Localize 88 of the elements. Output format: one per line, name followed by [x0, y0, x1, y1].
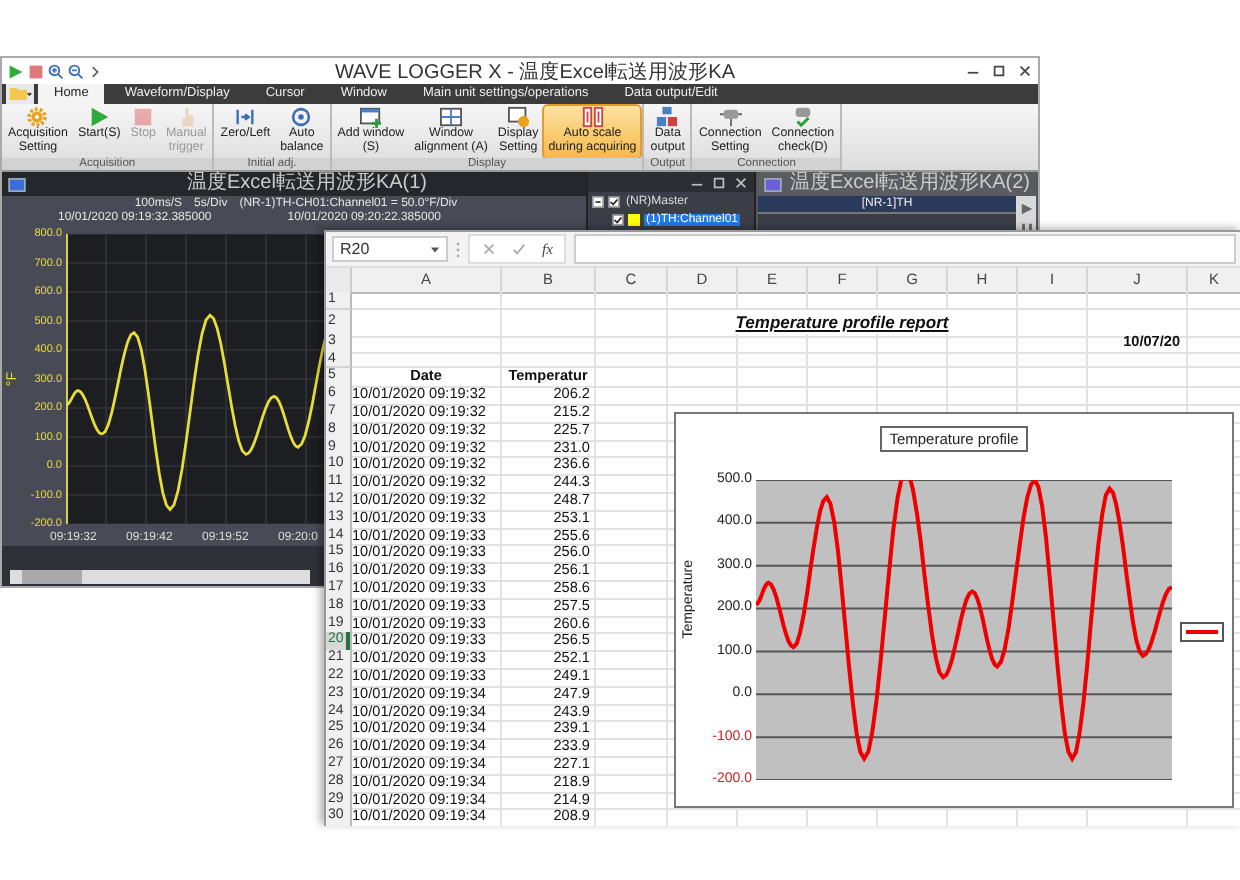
empty-cell [502, 292, 596, 310]
empty-cell [596, 509, 668, 530]
empty-cell [596, 703, 668, 723]
checkbox[interactable] [608, 195, 620, 207]
empty-cell [596, 615, 668, 635]
empty-cell [1018, 333, 1088, 354]
zero-adjust-icon [234, 106, 257, 128]
stop-icon [132, 106, 155, 128]
collapse-icon[interactable] [592, 195, 604, 207]
balance-icon [290, 106, 313, 128]
caret-icon [430, 245, 440, 253]
empty-cell [596, 632, 668, 653]
empty-cell [808, 368, 878, 389]
checkbox[interactable] [612, 213, 624, 225]
empty-cell [668, 368, 738, 389]
empty-cell [596, 791, 668, 811]
window-title: 温度Excel転送用波形KA(2) [789, 172, 1030, 196]
empty-cell [596, 650, 668, 670]
empty-cell [878, 292, 948, 310]
scrollbar[interactable] [10, 570, 310, 584]
empty-cell [948, 368, 1018, 389]
empty-cell [1018, 292, 1088, 310]
empty-cell [948, 351, 1018, 369]
empty-cell [1018, 351, 1088, 369]
zoom-in-icon[interactable] [48, 63, 64, 79]
empty-cell [596, 368, 668, 389]
play-icon[interactable] [1019, 202, 1033, 216]
zoom-out-icon[interactable] [68, 63, 84, 79]
empty-cell [1018, 386, 1088, 406]
empty-cell [808, 292, 878, 310]
add-window-icon [359, 106, 382, 128]
empty-cell [738, 292, 808, 310]
empty-cell [596, 738, 668, 758]
empty-cell [502, 309, 596, 338]
empty-cell [596, 474, 668, 494]
empty-cell [596, 439, 668, 459]
empty-cell [668, 351, 738, 369]
window-title: 温度Excel転送用波形KA(1) [184, 172, 429, 196]
empty-cell [596, 685, 668, 706]
empty-cell [738, 351, 808, 369]
window-grid-icon [440, 106, 463, 128]
empty-cell [596, 579, 668, 600]
play-icon[interactable] [8, 63, 24, 79]
empty-cell [1088, 351, 1188, 369]
empty-cell [596, 527, 668, 547]
empty-cell [596, 351, 668, 369]
empty-cell [596, 491, 668, 512]
auto-scale-icon [581, 106, 604, 128]
empty-cell [596, 755, 668, 776]
empty-cell [948, 386, 1018, 406]
data-output-icon [656, 106, 679, 128]
name-box[interactable]: R20 [332, 236, 448, 262]
gear-icon [26, 106, 49, 128]
maximize-icon[interactable] [992, 64, 1006, 78]
window-icon [763, 177, 782, 191]
empty-cell [1088, 292, 1188, 310]
empty-cell [668, 292, 738, 310]
window-gear-icon [507, 106, 530, 128]
close-icon[interactable] [1018, 64, 1032, 78]
empty-cell [808, 351, 878, 369]
empty-cell [596, 597, 668, 618]
empty-cell [502, 333, 596, 354]
close-icon[interactable] [733, 175, 748, 189]
empty-cell [596, 773, 668, 794]
empty-cell [596, 292, 668, 310]
report-title: Temperature profile report [735, 311, 949, 332]
window-icon [8, 177, 26, 191]
window-title: WAVE LOGGER X - 温度Excel転送用波形KA [332, 59, 738, 85]
stop-icon[interactable] [28, 63, 44, 79]
caret-icon[interactable] [88, 63, 104, 79]
empty-cell [596, 456, 668, 477]
maximize-icon[interactable] [711, 175, 726, 189]
empty-cell [502, 351, 596, 369]
empty-cell [878, 351, 948, 369]
empty-cell [1018, 368, 1088, 389]
empty-cell [596, 386, 668, 406]
empty-cell [1088, 309, 1188, 338]
empty-cell [878, 368, 948, 389]
formula-input[interactable] [574, 234, 1236, 264]
empty-cell [596, 544, 668, 565]
empty-cell [596, 562, 668, 582]
empty-cell [1088, 386, 1188, 406]
empty-cell [596, 667, 668, 688]
empty-cell [738, 368, 808, 389]
empty-cell [596, 720, 668, 741]
empty-cell [808, 386, 878, 406]
empty-cell [1088, 368, 1188, 389]
empty-cell [878, 386, 948, 406]
